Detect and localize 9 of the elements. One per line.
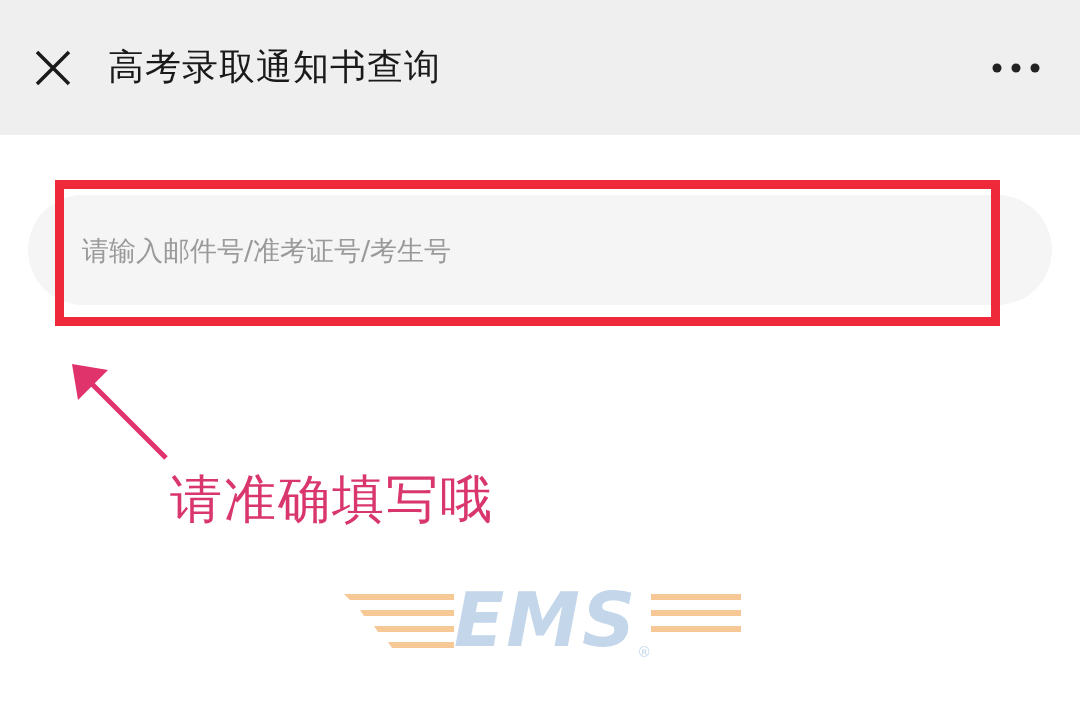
more-button[interactable] [992,62,1040,73]
close-button[interactable] [34,48,72,87]
registered-mark: ® [637,644,652,660]
annotation-text: 请准确填写哦 [170,468,494,531]
logo-text: EMS [453,577,638,663]
more-icon [992,62,1040,73]
window-title: 高考录取通知书查询 [108,45,442,89]
close-icon [34,48,72,87]
search-field[interactable]: 请输入邮件号/准考证号/考生号 [28,195,1052,305]
